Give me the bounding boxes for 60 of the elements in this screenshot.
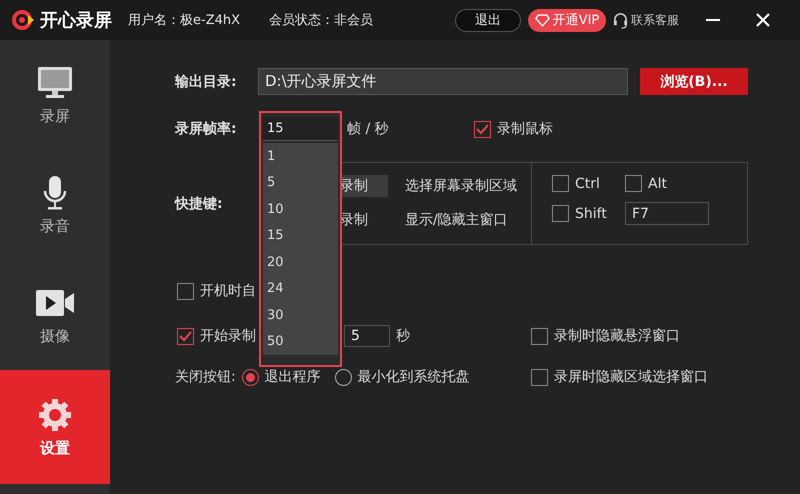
- checkbox-label: 录屏时隐藏区域选择窗口: [554, 368, 708, 386]
- dropdown-option[interactable]: 1: [263, 143, 338, 170]
- checkbox[interactable]: [552, 175, 569, 192]
- headset-icon: [612, 12, 629, 28]
- monitor-icon: [35, 64, 75, 100]
- frame-rate-dropdown[interactable]: 15 1 5 10 15 20 24 30 50: [259, 111, 342, 367]
- checkbox-label: 录制时隐藏悬浮窗口: [554, 327, 680, 345]
- radio-button[interactable]: [334, 368, 352, 386]
- hotkey-action[interactable]: 选择屏幕录制区域: [403, 175, 531, 197]
- hotkey-field[interactable]: F7: [625, 202, 709, 225]
- membership-status: 会员状态：非会员: [269, 12, 374, 29]
- sidebar-item[interactable]: 录音: [0, 150, 110, 260]
- radio-label: 最小化到系统托盘: [358, 368, 470, 386]
- checkbox-label: Ctrl: [575, 176, 600, 192]
- dropdown-option[interactable]: 24: [263, 276, 338, 302]
- dropdown-option[interactable]: 15: [263, 222, 338, 249]
- username-text: 用户名：极e-Z4hX: [128, 12, 242, 29]
- checkbox[interactable]: [474, 120, 491, 138]
- dropdown-option[interactable]: 30: [263, 302, 338, 328]
- checkbox-label: 开始录制: [200, 327, 256, 345]
- logout-button[interactable]: 退出: [455, 8, 521, 32]
- unit-label: 秒: [396, 327, 410, 345]
- seconds-field[interactable]: 5: [344, 325, 390, 347]
- checkbox-label: 录制鼠标: [497, 120, 553, 138]
- sidebar-label: 录音: [40, 216, 70, 236]
- sidebar-label: 录屏: [40, 106, 70, 126]
- browse-button[interactable]: 浏览(B)...: [640, 68, 748, 95]
- logo-icon: [12, 9, 34, 31]
- checkbox-label: 开机时自: [200, 282, 256, 300]
- sidebar-item[interactable]: 设置: [0, 370, 110, 484]
- field-label: 关闭按钮:: [175, 368, 236, 386]
- diamond-icon: [534, 14, 550, 26]
- checkbox[interactable]: [531, 328, 548, 344]
- hotkey-action[interactable]: 显示/隐藏主窗口: [403, 209, 531, 231]
- checkbox[interactable]: [625, 175, 642, 192]
- sidebar-item[interactable]: 摄像: [0, 260, 110, 370]
- checkbox[interactable]: [177, 282, 194, 300]
- radio-label: 退出程序: [264, 368, 321, 386]
- checkbox[interactable]: [552, 205, 569, 222]
- vip-button[interactable]: 开通VIP: [528, 8, 606, 32]
- checkbox[interactable]: [531, 368, 548, 386]
- dropdown-option[interactable]: 20: [263, 249, 338, 276]
- support-link[interactable]: 联系客服: [631, 12, 679, 28]
- dropdown-value: 15: [263, 117, 338, 141]
- sidebar-item[interactable]: 录屏: [0, 40, 110, 150]
- output-folder-field[interactable]: D:\开心录屏文件: [258, 68, 628, 95]
- unit-label: 帧 / 秒: [347, 120, 390, 138]
- dropdown-option[interactable]: 50: [263, 328, 338, 355]
- field-label: 快捷键:: [175, 194, 224, 212]
- sidebar-label: 摄像: [40, 326, 70, 346]
- dropdown-option[interactable]: 10: [263, 196, 338, 222]
- checkbox[interactable]: [177, 328, 194, 344]
- app-name: 开心录屏: [40, 9, 112, 32]
- dropdown-option[interactable]: 5: [263, 170, 338, 196]
- field-label: 输出目录:: [175, 72, 238, 90]
- radio-button[interactable]: [242, 368, 259, 386]
- checkbox-label: Shift: [575, 206, 607, 222]
- checkbox-label: Alt: [648, 176, 667, 192]
- field-label: 录屏帧率:: [175, 120, 238, 138]
- sidebar-label: 设置: [40, 438, 70, 458]
